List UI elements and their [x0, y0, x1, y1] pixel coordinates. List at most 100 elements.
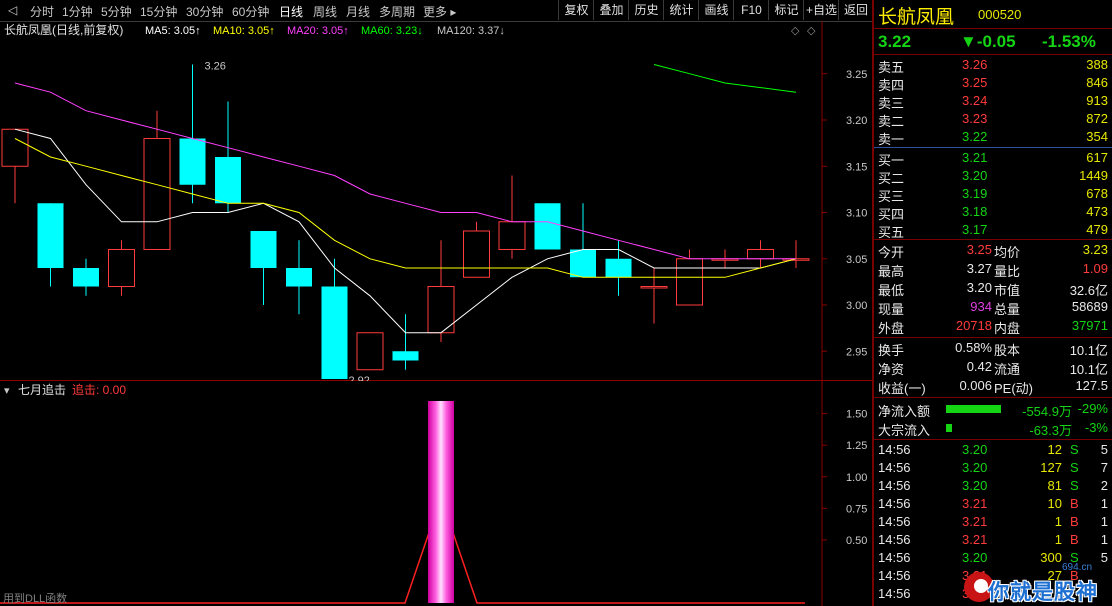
flow-pct: -3% [1084, 420, 1108, 435]
watermark-site: 694.cn [1062, 562, 1093, 573]
flow-amount: -63.3万 [1029, 423, 1072, 438]
tick-time: 14:56 [878, 442, 911, 457]
stat-label: 总量 [994, 302, 1021, 317]
toolbar-button-3[interactable]: 统计 [663, 0, 699, 20]
tick-side: S [1070, 460, 1079, 475]
bid-volume: 473 [1086, 204, 1108, 219]
candle-body [215, 157, 241, 204]
y-tick-label: 3.15 [846, 161, 867, 173]
ask-row: 卖二 3.23 872 [874, 110, 1112, 129]
tick-side: B [1070, 532, 1079, 547]
candle-body [570, 249, 596, 278]
fund-value: 0.58% [955, 340, 992, 355]
bid-price: 3.20 [962, 168, 988, 183]
watermark-text: 你就是股神 [988, 581, 1098, 604]
period-tab-3[interactable]: 15分钟 [140, 3, 177, 20]
tick-time: 14:56 [878, 496, 911, 511]
period-tab-10[interactable]: 更多 ▸ [423, 3, 456, 20]
flow-label: 净流入额 [878, 404, 931, 419]
toolbar-button-5[interactable]: F10 [733, 0, 769, 20]
y-tick-label: 2.95 [846, 346, 867, 358]
stat-value: 3.27 [966, 261, 992, 276]
candle-body [605, 258, 632, 278]
stat-value: 58689 [1071, 299, 1108, 314]
tick-volume: 1 [1054, 532, 1062, 547]
candle-body [73, 268, 99, 287]
kline-chart[interactable]: 长航凤凰(日线,前复权) MA5: 3.05↑ MA10: 3.05↑ MA20: 3… [0, 21, 872, 381]
tick-volume: 10 [1047, 496, 1062, 511]
period-toolbar: 分时 1分钟 5分钟 15分钟 30分钟 60分钟 日线 周线 月线 多周期 更多 ▸ ◁ 复权 叠加 历史… [0, 0, 872, 22]
bid-price: 3.17 [962, 222, 988, 237]
toolbar-button-2[interactable]: 历史 [628, 0, 664, 20]
tick-volume: 81 [1047, 478, 1062, 493]
tick-time: 14:56 [878, 550, 911, 565]
ind-tick-label: 1.25 [846, 440, 867, 452]
price-change: ▼-0.05 [960, 32, 1016, 51]
tick-price: 3.20 [962, 460, 988, 475]
tick-count: 7 [1100, 460, 1108, 475]
tick-row: 14:56 3.20 12 S 5 [874, 441, 1112, 459]
flow-pct: -29% [1077, 401, 1108, 416]
back-arrow-icon[interactable]: ◁ [8, 3, 17, 17]
period-tab-4[interactable]: 30分钟 [186, 3, 223, 20]
bid-volume: 1449 [1079, 168, 1108, 183]
stat-label: 量比 [994, 264, 1021, 279]
candle-body [108, 249, 135, 287]
toolbar-button-7[interactable]: +自选 [803, 0, 839, 20]
fund-label: PE(动) [994, 381, 1034, 396]
period-tab-5[interactable]: 60分钟 [232, 3, 269, 20]
tick-row: 14:56 3.21 1 B 1 [874, 531, 1112, 549]
signal-line [0, 520, 805, 604]
ask-volume: 354 [1086, 129, 1108, 144]
period-tab-1[interactable]: 1分钟 [62, 3, 93, 20]
tick-price: 3.20 [962, 442, 988, 457]
ind-collapse-icon: ▾ [4, 385, 10, 397]
toolbar-button-4[interactable]: 画线 [698, 0, 734, 20]
tick-price: 3.21 [962, 496, 988, 511]
tick-price: 3.21 [962, 514, 988, 529]
tick-side: B [1070, 496, 1079, 511]
stat-label: 最低 [878, 283, 905, 298]
tick-volume: 1 [1054, 514, 1062, 529]
bid-volume: 479 [1086, 222, 1108, 237]
period-tab-9[interactable]: 多周期 [379, 3, 415, 20]
stat-value: 3.23 [1082, 242, 1108, 257]
flow-bar [946, 405, 1002, 413]
stat-row: 最低 3.20 市值 32.6亿 [874, 279, 1112, 298]
tick-side: S [1070, 478, 1079, 493]
indicator-footer: 用到DLL函数 [3, 592, 67, 605]
bid-row: 买一 3.21 617 [874, 149, 1112, 168]
fund-label: 收益(一) [878, 381, 926, 396]
fund-row: 净资 0.42 流通 10.1亿 [874, 358, 1112, 377]
ask-price: 3.25 [962, 75, 988, 90]
ask-volume: 388 [1086, 57, 1108, 72]
fund-label: 流通 [994, 362, 1021, 377]
bid-row: 买四 3.18 473 [874, 203, 1112, 222]
candle-body [498, 221, 526, 250]
period-tab-6[interactable]: 日线 [279, 3, 303, 20]
stat-value: 37971 [1071, 318, 1108, 333]
indicator-title: 七月追击 [18, 382, 66, 397]
quote-panel: 长航凤凰 000520 3.22 ▼-0.05 -1.53% 卖五 3.26 388… [872, 0, 1112, 606]
period-tab-8[interactable]: 月线 [346, 3, 370, 20]
period-tab-0[interactable]: 分时 [30, 3, 54, 20]
toolbar-button-8[interactable]: 返回 [838, 0, 873, 20]
ma-label-1: MA10: 3.05↑ [213, 25, 275, 37]
toolbar-button-0[interactable]: 复权 [558, 0, 594, 20]
candle-body [463, 230, 490, 278]
ma-label-4: MA120: 3.37↓ [437, 25, 505, 37]
ask-row: 卖三 3.24 913 [874, 92, 1112, 111]
stat-value: 20718 [955, 318, 992, 333]
bid-row: 买五 3.17 479 [874, 221, 1112, 240]
candle-body [321, 286, 348, 379]
period-tab-2[interactable]: 5分钟 [101, 3, 132, 20]
period-tab-7[interactable]: 周线 [313, 3, 337, 20]
ask-volume: 872 [1086, 111, 1108, 126]
toolbar-button-6[interactable]: 标记 [768, 0, 804, 20]
stat-label: 市值 [994, 283, 1021, 298]
ma-line-ma20 [14, 82, 796, 260]
indicator-chart[interactable]: ▾ 七月追击 追击: 0.00 1.50 1.25 1.00 0.75 0.50 用到DLL函数 [0, 381, 872, 606]
chart-settings-icon: ◇ [791, 25, 800, 37]
stat-value: 1.09 [1082, 261, 1108, 276]
toolbar-button-1[interactable]: 叠加 [593, 0, 629, 20]
